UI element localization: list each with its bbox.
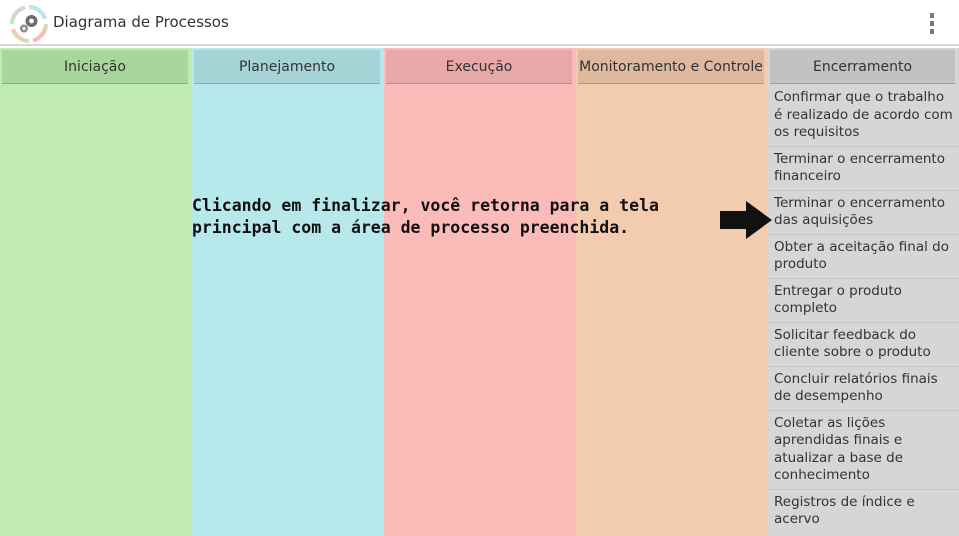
process-item[interactable]: Concluir relatórios finais de desempenho (768, 367, 959, 411)
process-item[interactable]: Solicitar feedback do cliente sobre o pr… (768, 323, 959, 367)
overflow-menu-icon[interactable] (921, 10, 943, 36)
column-header-monitoramento[interactable]: Monitoramento e Controle (578, 50, 764, 84)
tutorial-annotation: Clicando em finalizar, você retorna para… (192, 195, 732, 239)
annotation-line-1: Clicando em finalizar, você retorna para… (192, 196, 659, 215)
column-monitoramento: Monitoramento e Controle (576, 48, 768, 536)
process-item[interactable]: Coletar as lições aprendidas finais e at… (768, 411, 959, 490)
column-header-encerramento[interactable]: Encerramento (770, 50, 955, 84)
process-item[interactable]: Confirmar que o trabalho é realizado de … (768, 85, 959, 147)
process-item[interactable]: Terminar o encerramento financeiro (768, 147, 959, 191)
process-item[interactable]: Registros de índice e acervo (768, 490, 959, 533)
arrow-right-icon (720, 201, 772, 239)
column-iniciacao: Iniciação (0, 48, 192, 536)
column-planejamento: Planejamento (192, 48, 384, 536)
column-header-planejamento[interactable]: Planejamento (194, 50, 380, 84)
encerramento-process-list: Confirmar que o trabalho é realizado de … (768, 85, 959, 533)
process-item[interactable]: Terminar o encerramento das aquisições (768, 191, 959, 235)
column-execucao: Execução (384, 48, 576, 536)
gears-cycle-icon (10, 5, 48, 43)
column-encerramento: Encerramento Confirmar que o trabalho é … (768, 48, 959, 536)
column-header-execucao[interactable]: Execução (386, 50, 572, 84)
app-bar: Diagrama de Processos (0, 0, 959, 46)
annotation-line-2: principal com a área de processo preench… (192, 218, 630, 237)
column-header-iniciacao[interactable]: Iniciação (2, 50, 188, 84)
process-item[interactable]: Entregar o produto completo (768, 279, 959, 323)
process-item[interactable]: Obter a aceitação final do produto (768, 235, 959, 279)
app-title: Diagrama de Processos (53, 13, 229, 31)
